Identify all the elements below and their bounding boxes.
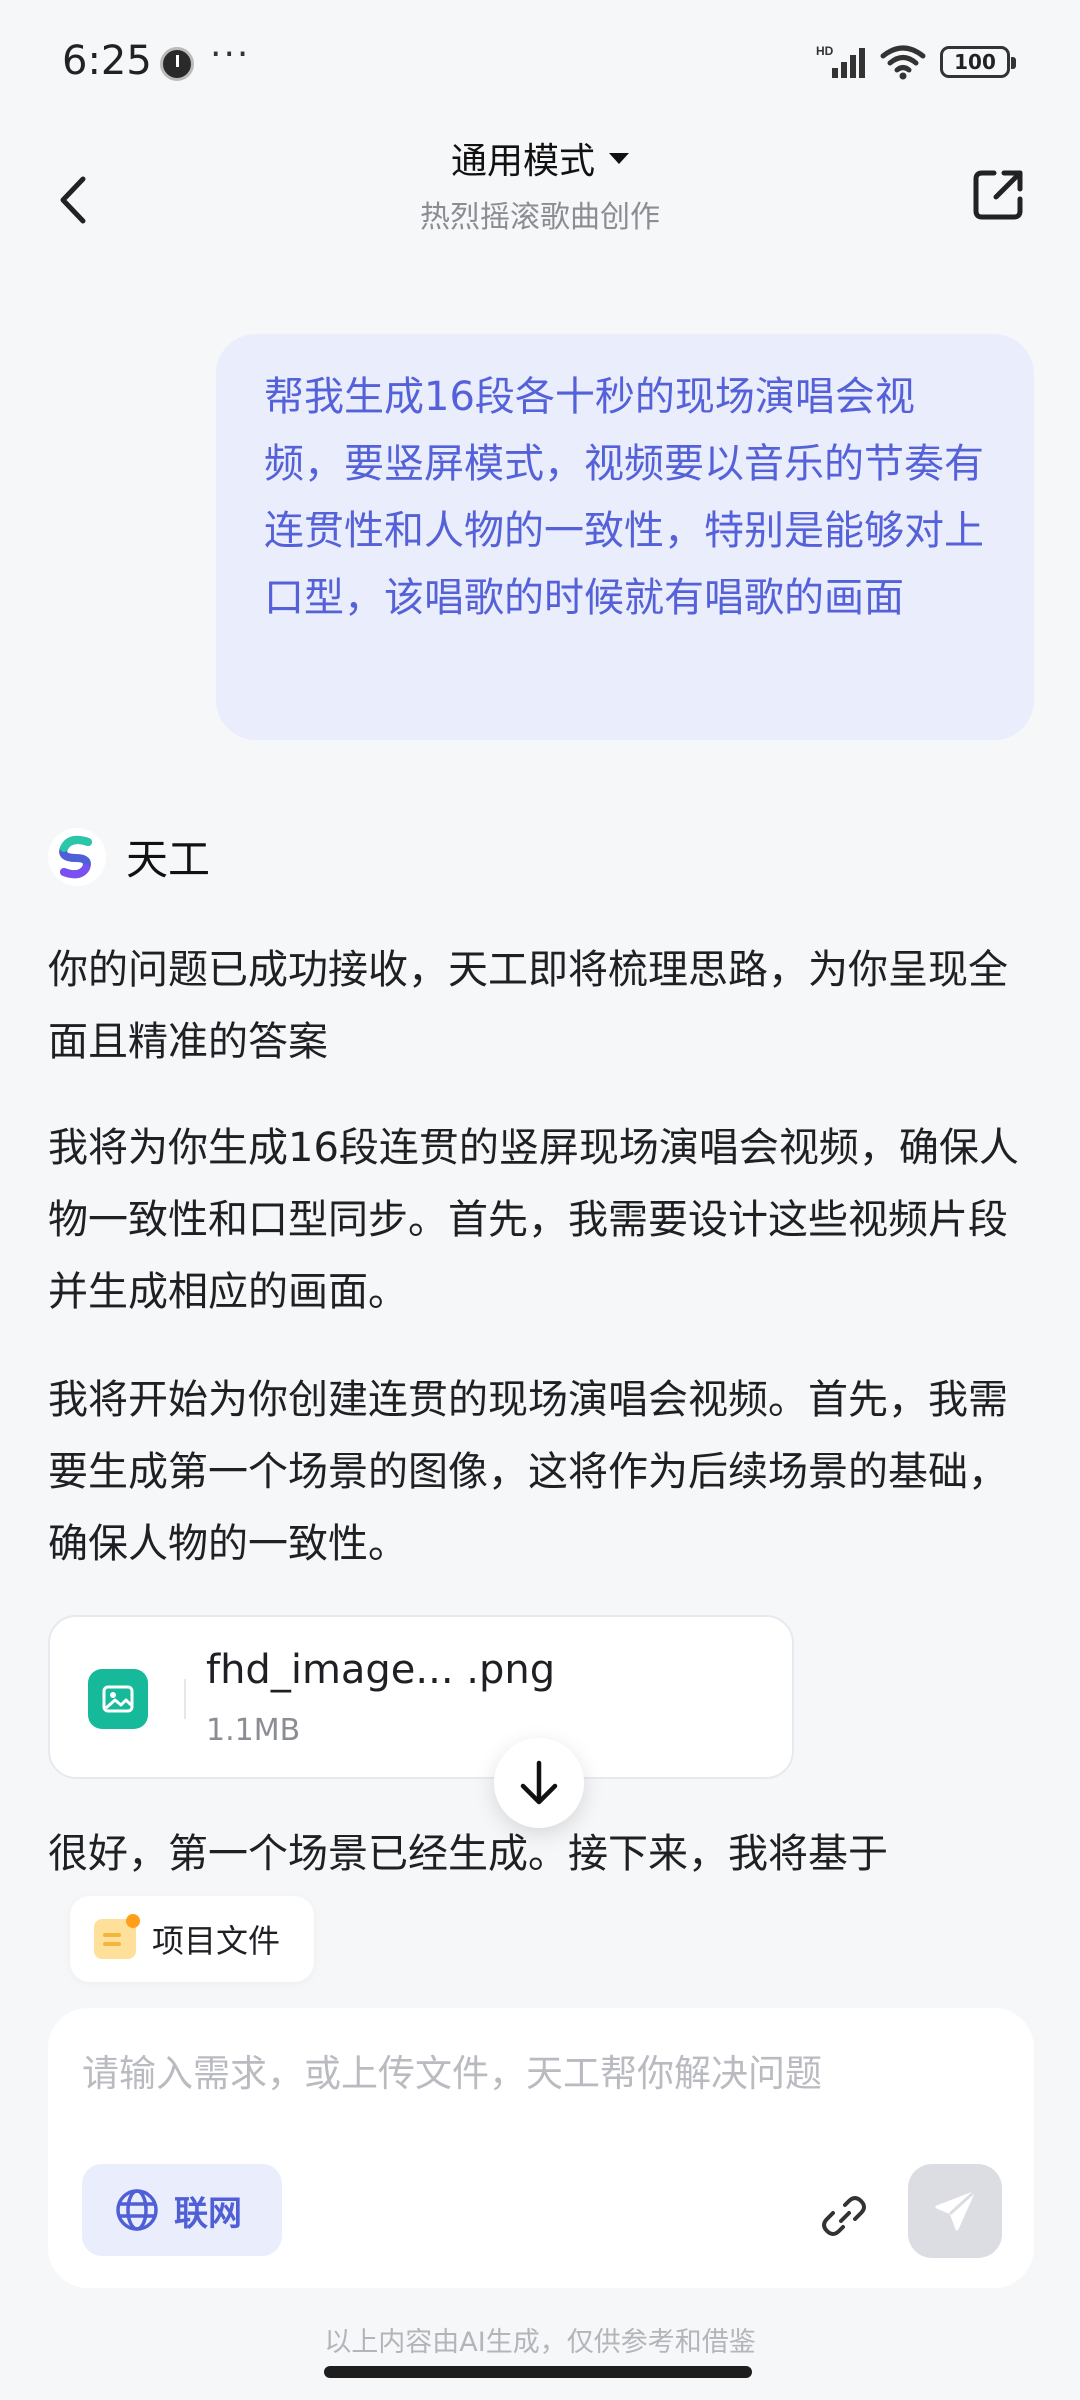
home-indicator[interactable] <box>324 2366 752 2378</box>
file-name: fhd_image... .png <box>206 1647 556 1693</box>
web-search-toggle[interactable]: 联网 <box>82 2164 282 2256</box>
folder-icon <box>94 1914 140 1959</box>
assistant-header: 天工 <box>48 826 210 887</box>
signal-icon: HD <box>816 44 865 78</box>
mode-title: 通用模式 <box>450 141 595 182</box>
back-button[interactable] <box>38 150 108 250</box>
answer-paragraph: 我将开始为你创建连贯的现场演唱会视频。首先，我需要生成第一个场景的图像，这将作为… <box>48 1377 1008 1567</box>
project-files-button[interactable]: 项目文件 <box>70 1896 314 1982</box>
conversation-title: 热烈摇滚歌曲创作 <box>420 200 660 235</box>
prompt-input[interactable] <box>82 2052 982 2095</box>
mode-selector[interactable]: 通用模式 <box>451 132 629 184</box>
send-button[interactable] <box>908 2164 1002 2258</box>
share-button[interactable] <box>958 150 1038 240</box>
file-attachment-card[interactable]: fhd_image... .png 1.1MB <box>48 1615 794 1779</box>
status-more: ··· <box>210 34 251 75</box>
network-badge: HD <box>816 44 834 58</box>
image-file-icon <box>88 1669 148 1729</box>
globe-icon <box>116 2189 158 2231</box>
share-icon <box>973 170 1023 220</box>
send-icon <box>935 2191 975 2231</box>
attach-button[interactable] <box>812 2184 876 2248</box>
web-search-label: 联网 <box>174 2193 242 2234</box>
answer-paragraph: 我将为你生成16段连贯的竖屏现场演唱会视频，确保人物一致性和口型同步。首先，我需… <box>48 1125 1019 1315</box>
user-message-bubble: 帮我生成16段各十秒的现场演唱会视频，要竖屏模式，视频要以音乐的节奏有连贯性和人… <box>216 334 1034 740</box>
header-center: 通用模式 热烈摇滚歌曲创作 <box>290 130 790 236</box>
status-bar: 6:25 ··· HD 100 <box>0 0 1080 130</box>
tiangong-logo-icon <box>48 827 106 886</box>
wifi-icon <box>880 45 926 80</box>
assistant-name: 天工 <box>126 835 211 884</box>
project-files-label: 项目文件 <box>152 1922 281 1960</box>
status-time: 6:25 <box>62 38 152 84</box>
file-size: 1.1MB <box>206 1713 301 1748</box>
top-bar: 通用模式 热烈摇滚歌曲创作 <box>0 130 1080 280</box>
divider <box>184 1679 186 1719</box>
composer: 联网 <box>48 2008 1034 2288</box>
status-indicators: HD 100 <box>816 42 1016 82</box>
answer-paragraph: 你的问题已成功接收，天工即将梳理思路，为你呈现全面且精准的答案 <box>48 947 1008 1065</box>
link-icon <box>822 2196 866 2236</box>
scroll-to-bottom-button[interactable] <box>494 1738 584 1828</box>
caret-down-icon <box>609 152 629 164</box>
clock-icon <box>160 47 194 81</box>
battery-icon: 100 <box>940 46 1016 78</box>
arrow-down-icon <box>520 1760 558 1805</box>
answer-paragraph: 很好，第一个场景已经生成。接下来，我将基于 <box>48 1831 888 1877</box>
ai-disclaimer: 以上内容由AI生成，仅供参考和借鉴 <box>324 2327 756 2358</box>
back-arrow-icon <box>60 176 86 224</box>
